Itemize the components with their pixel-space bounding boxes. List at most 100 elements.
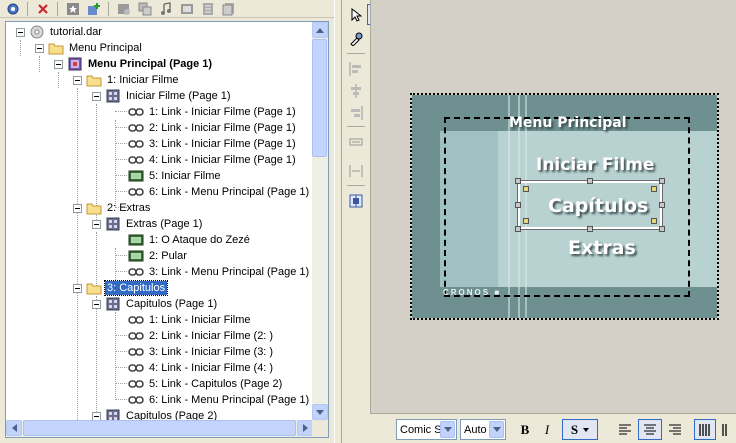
size-select[interactable]: Auto: [460, 419, 506, 440]
collapse-icon[interactable]: [54, 59, 63, 69]
add-icon[interactable]: [84, 1, 103, 17]
tree-item-link[interactable]: 1: Link - Iniciar Filme: [128, 312, 252, 328]
scroll-left-button[interactable]: [6, 420, 22, 436]
shadow-label: S: [570, 421, 579, 437]
tree-item-link[interactable]: 6: Link - Menu Principal (Page 1): [128, 184, 311, 200]
tree-item-extras[interactable]: 2: Extras: [73, 200, 152, 216]
align-center-h-icon[interactable]: [345, 80, 367, 101]
center-h-icon[interactable]: [345, 190, 367, 211]
resize-handle[interactable]: [587, 178, 593, 184]
align-right-icon[interactable]: [345, 102, 367, 123]
tree-item-link[interactable]: 6: Link - Menu Principal (Page 1): [128, 392, 311, 408]
tree-item-video[interactable]: 5: Iniciar Filme: [128, 168, 223, 184]
collapse-icon[interactable]: [73, 75, 82, 85]
resize-handle[interactable]: [515, 178, 521, 184]
title-icon[interactable]: [114, 1, 133, 17]
align-text-center-icon[interactable]: [638, 419, 662, 440]
color-picker-icon[interactable]: [345, 28, 367, 49]
collapse-icon[interactable]: [73, 203, 82, 213]
tree-item-label: Extras (Page 1): [126, 218, 203, 230]
tree-item-link[interactable]: 2: Link - Iniciar Filme (Page 1): [128, 120, 298, 136]
panel-splitter[interactable]: [334, 0, 342, 443]
tree-item-link[interactable]: 3: Link - Iniciar Filme (Page 1): [128, 136, 298, 152]
italic-button[interactable]: I: [538, 419, 556, 440]
chevron-down-icon[interactable]: [440, 421, 455, 438]
tree-item-link[interactable]: 3: Link - Iniciar Filme (3: ): [128, 344, 275, 360]
tree-item-link[interactable]: 2: Link - Iniciar Filme (2: ): [128, 328, 275, 344]
tree-item-link[interactable]: 3: Link - Menu Principal (Page 1): [128, 264, 311, 280]
button-iniciar-filme[interactable]: Iniciar Filme: [536, 155, 654, 175]
resize-handle[interactable]: [659, 226, 665, 232]
scroll-down-button[interactable]: [312, 404, 328, 420]
music-icon[interactable]: [156, 1, 175, 17]
tree-item-label: 1: O Ataque do Zezé: [149, 234, 250, 246]
inner-handle[interactable]: [523, 218, 529, 224]
tree-item-link[interactable]: 4: Link - Iniciar Filme (4: ): [128, 360, 275, 376]
same-width-icon[interactable]: [345, 131, 367, 152]
justify-vertical-icon[interactable]: [694, 419, 716, 440]
film-icon: [128, 233, 144, 247]
film-icon[interactable]: [177, 1, 196, 17]
menu-canvas[interactable]: Menu Principal Iniciar Filme Capítulos E…: [370, 0, 736, 413]
star-icon[interactable]: [63, 1, 82, 17]
tree-item-capitulos-page-1[interactable]: Capitulos (Page 1): [92, 296, 219, 312]
collapse-icon[interactable]: [16, 27, 25, 37]
tree-item-tutorial[interactable]: tutorial.dar: [16, 24, 104, 40]
tree-item-video[interactable]: 2: Pular: [128, 248, 189, 264]
tree-item-extras-page[interactable]: Extras (Page 1): [92, 216, 204, 232]
tree-item-label: Iniciar Filme (Page 1): [126, 90, 231, 102]
collapse-icon[interactable]: [73, 283, 82, 293]
pages-icon[interactable]: [219, 1, 238, 17]
chevron-down-icon[interactable]: [583, 427, 590, 432]
tree-item-capitulos-page-2[interactable]: Capitulos (Page 2): [92, 408, 219, 420]
inner-handle[interactable]: [651, 218, 657, 224]
collapse-icon[interactable]: [92, 299, 101, 309]
scroll-thumb[interactable]: [312, 39, 327, 157]
button-extras[interactable]: Extras: [568, 237, 636, 259]
collapse-icon[interactable]: [92, 411, 101, 420]
scroll-right-button[interactable]: [297, 420, 313, 436]
collapse-icon[interactable]: [92, 91, 101, 101]
tree-item-iniciar-filme-page[interactable]: Iniciar Filme (Page 1): [92, 88, 233, 104]
font-select[interactable]: Comic S: [396, 419, 457, 440]
bold-button[interactable]: B: [516, 419, 534, 440]
tree-item-menu-principal-page[interactable]: Menu Principal (Page 1): [54, 56, 214, 72]
list-icon[interactable]: [198, 1, 217, 17]
tree-vertical-scrollbar[interactable]: [312, 22, 328, 420]
inner-handle[interactable]: [651, 186, 657, 192]
scroll-up-button[interactable]: [312, 22, 328, 38]
tree-item-iniciar-filme[interactable]: 1: Iniciar Filme: [73, 72, 181, 88]
resize-handle[interactable]: [659, 178, 665, 184]
resize-handle[interactable]: [587, 226, 593, 232]
tree-item-link[interactable]: 5: Link - Capitulos (Page 2): [128, 376, 284, 392]
menu-title[interactable]: Menu Principal: [509, 115, 627, 131]
tree-item-video[interactable]: 1: O Ataque do Zezé: [128, 232, 252, 248]
delete-icon[interactable]: [33, 1, 52, 17]
tree-item-link[interactable]: 4: Link - Iniciar Filme (Page 1): [128, 152, 298, 168]
button-capitulos[interactable]: Capítulos: [548, 195, 648, 217]
tree-item-capitulos[interactable]: 3: Capitulos: [73, 280, 169, 296]
pointer-icon[interactable]: [345, 4, 367, 25]
copy-icon[interactable]: [135, 1, 154, 17]
collapse-icon[interactable]: [92, 219, 101, 229]
tree-item-link[interactable]: 1: Link - Iniciar Filme (Page 1): [128, 104, 298, 120]
align-text-right-icon[interactable]: [664, 419, 686, 440]
settings-icon[interactable]: [3, 1, 22, 17]
resize-handle[interactable]: [515, 226, 521, 232]
space-h-icon[interactable]: [345, 160, 367, 181]
align-text-left-icon[interactable]: [614, 419, 636, 440]
tree-horizontal-scrollbar[interactable]: [6, 420, 313, 437]
collapse-icon[interactable]: [35, 43, 44, 53]
scroll-thumb[interactable]: [23, 420, 296, 436]
more-options-icon[interactable]: [718, 419, 734, 440]
inner-handle[interactable]: [523, 186, 529, 192]
format-toolbar: Comic S Auto B I S: [370, 413, 736, 443]
resize-handle[interactable]: [515, 202, 521, 208]
tree-item-label: 6: Link - Menu Principal (Page 1): [149, 186, 310, 198]
tree-item-menu-principal[interactable]: Menu Principal: [35, 40, 144, 56]
chevron-down-icon[interactable]: [489, 421, 504, 438]
resize-handle[interactable]: [659, 202, 665, 208]
shadow-button[interactable]: S: [562, 419, 598, 440]
link-icon: [128, 361, 144, 375]
align-left-icon[interactable]: [345, 58, 367, 79]
